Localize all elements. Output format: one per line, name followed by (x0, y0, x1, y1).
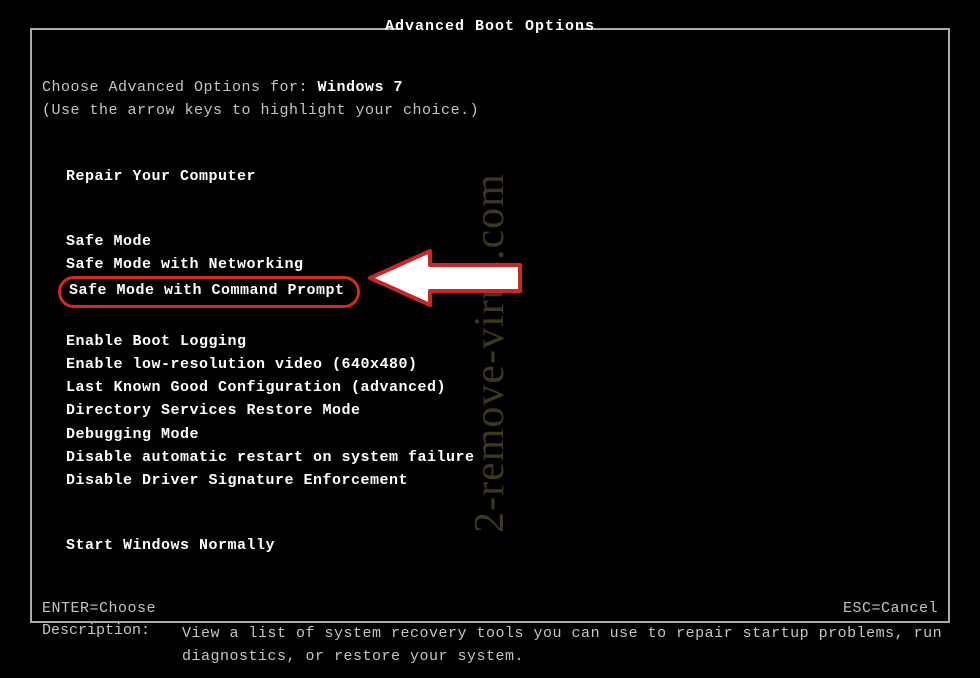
option-debugging[interactable]: Debugging Mode (32, 423, 948, 446)
option-disable-driver-sig[interactable]: Disable Driver Signature Enforcement (32, 469, 948, 492)
rule-right (578, 28, 948, 30)
hint-text: (Use the arrow keys to highlight your ch… (32, 99, 948, 122)
footer-enter: ENTER=Choose (42, 600, 156, 617)
option-start-normally[interactable]: Start Windows Normally (32, 534, 948, 557)
option-ds-restore[interactable]: Directory Services Restore Mode (32, 399, 948, 422)
footer-esc: ESC=Cancel (843, 600, 938, 617)
description-text: View a list of system recovery tools you… (182, 622, 948, 669)
footer-bar: ENTER=Choose ESC=Cancel (42, 600, 938, 617)
option-repair[interactable]: Repair Your Computer (32, 165, 948, 188)
content-area: Choose Advanced Options for: Windows 7 (… (32, 28, 948, 668)
description-row: Description: View a list of system recov… (32, 622, 948, 669)
description-label: Description: (42, 622, 182, 669)
os-name: Windows 7 (318, 79, 404, 96)
prompt-prefix: Choose Advanced Options for: (42, 79, 318, 96)
option-safe-mode-cmd[interactable]: Safe Mode with Command Prompt (58, 276, 360, 307)
option-last-known-good[interactable]: Last Known Good Configuration (advanced) (32, 376, 948, 399)
option-safe-mode-cmd-row[interactable]: Safe Mode with Command Prompt (32, 276, 948, 307)
page-title: Advanced Boot Options (371, 18, 609, 35)
option-boot-logging[interactable]: Enable Boot Logging (32, 330, 948, 353)
rule-left (32, 28, 402, 30)
option-low-res[interactable]: Enable low-resolution video (640x480) (32, 353, 948, 376)
option-safe-mode[interactable]: Safe Mode (32, 230, 948, 253)
option-disable-auto-restart[interactable]: Disable automatic restart on system fail… (32, 446, 948, 469)
option-safe-mode-networking[interactable]: Safe Mode with Networking (32, 253, 948, 276)
choose-prompt: Choose Advanced Options for: Windows 7 (32, 76, 948, 99)
boot-menu-frame: Advanced Boot Options Choose Advanced Op… (30, 28, 950, 623)
